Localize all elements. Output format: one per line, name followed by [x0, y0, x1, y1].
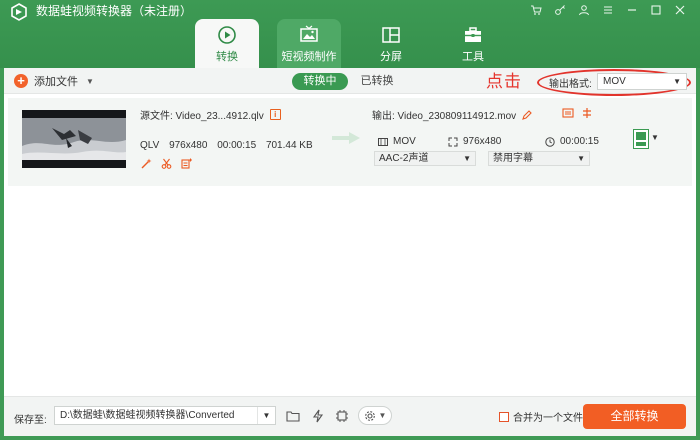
output-file-label: 输出: Video_230809114912.mov	[372, 111, 517, 122]
output-resolution-info: 976x480	[448, 136, 501, 147]
output-format-info: MOV	[378, 136, 416, 147]
tab-video-maker-label: 短视频制作	[281, 51, 337, 63]
thumbnail-image	[22, 110, 126, 168]
chevron-down-icon: ▼	[257, 407, 275, 424]
scissors-icon[interactable]	[161, 158, 172, 169]
folder-icon	[286, 411, 300, 422]
chevron-down-icon: ▼	[577, 154, 585, 163]
tab-converted[interactable]: 已转换	[359, 73, 395, 90]
convert-all-button[interactable]: 全部转换	[583, 404, 686, 429]
tab-convert-label: 转换	[216, 51, 238, 63]
add-file-label: 添加文件	[34, 76, 78, 88]
source-resolution: 976x480	[169, 140, 208, 151]
save-path-value: D:\数据蛙\数据蛙视频转换器\Converted	[60, 410, 235, 421]
gpu-acceleration-button[interactable]	[333, 407, 351, 425]
chevron-down-icon: ▼	[673, 77, 681, 86]
add-file-button[interactable]: + 添加文件 ▼	[14, 73, 94, 89]
split-screen-icon	[382, 27, 400, 43]
tab-video-maker[interactable]: 短视频制作	[277, 19, 341, 68]
clock-icon	[545, 136, 555, 147]
tab-split-screen-label: 分屏	[380, 51, 402, 63]
tab-converting[interactable]: 转换中	[292, 73, 348, 90]
tab-split-screen[interactable]: 分屏	[359, 19, 423, 68]
toolbox-icon	[465, 27, 481, 42]
cart-icon[interactable]	[524, 2, 548, 18]
settings-button[interactable]: ▼	[358, 406, 392, 425]
gear-icon	[364, 410, 375, 421]
output-tools	[562, 107, 593, 119]
subtitle-value: 禁用字幕	[493, 153, 533, 164]
output-duration-info: 00:00:15	[545, 136, 599, 147]
edit-tools	[141, 158, 192, 169]
output-format-select[interactable]: MOV ▼	[597, 73, 687, 90]
merge-option[interactable]: 合并为一个文件	[499, 409, 583, 424]
file-row[interactable]: 源文件: Video_23...4912.qlv i QLV 976x480 0…	[8, 98, 692, 186]
menu-icon[interactable]	[596, 2, 620, 18]
source-file-info: QLV 976x480 00:00:15 701.44 KB	[140, 140, 320, 151]
annotation-hint: 点击	[486, 72, 522, 91]
cpu-off-icon	[336, 410, 348, 422]
audio-track-select[interactable]: AAC-2声道 ▼	[374, 151, 476, 166]
chevron-down-icon[interactable]: ▼	[86, 77, 94, 86]
convert-icon	[218, 26, 236, 44]
footer: 保存至: D:\数据蛙\数据蛙视频转换器\Converted ▼ ▼ 合并为一个…	[4, 396, 696, 436]
source-file-label: 源文件: Video_23...4912.qlv	[140, 111, 264, 122]
key-icon[interactable]	[548, 2, 572, 18]
film-icon	[378, 137, 388, 146]
audio-track-value: AAC-2声道	[379, 153, 429, 164]
source-size: 701.44 KB	[265, 140, 313, 151]
lightning-off-icon	[312, 409, 324, 423]
output-duration-text: 00:00:15	[560, 136, 599, 147]
tab-convert[interactable]: 转换	[195, 19, 259, 68]
close-icon[interactable]	[668, 2, 692, 18]
minimize-icon[interactable]	[620, 2, 644, 18]
toolbar: + 添加文件 ▼ 转换中 已转换 点击 输出格式: MOV ▼	[4, 68, 696, 96]
output-format-text: MOV	[393, 136, 416, 147]
info-icon[interactable]: i	[269, 109, 281, 120]
merge-checkbox[interactable]	[499, 411, 509, 422]
source-duration: 00:00:15	[217, 140, 257, 151]
user-icon[interactable]	[572, 2, 596, 18]
magic-wand-icon[interactable]	[141, 158, 152, 169]
arrow-right-icon	[332, 132, 360, 144]
output-resolution-text: 976x480	[463, 136, 502, 147]
chevron-down-icon[interactable]: ▼	[651, 133, 659, 142]
subtitle-select[interactable]: 禁用字幕 ▼	[488, 151, 590, 166]
hardware-acceleration-button[interactable]	[309, 407, 327, 425]
compress-icon[interactable]	[562, 107, 574, 119]
maximize-icon[interactable]	[644, 2, 668, 18]
tab-toolbox-label: 工具	[462, 51, 484, 63]
source-format: QLV	[140, 140, 160, 151]
save-to-label: 保存至:	[14, 415, 47, 426]
output-format-value: MOV	[603, 76, 626, 87]
merge-label: 合并为一个文件	[513, 413, 583, 424]
video-maker-icon	[300, 25, 318, 42]
tab-toolbox[interactable]: 工具	[441, 19, 505, 68]
chevron-down-icon: ▼	[463, 154, 471, 163]
window-controls	[524, 2, 692, 18]
pencil-icon[interactable]	[522, 109, 532, 120]
window-border	[0, 436, 700, 440]
plus-icon: +	[14, 74, 28, 88]
subtitle-edit-icon[interactable]	[181, 158, 192, 169]
expand-icon	[448, 137, 458, 146]
output-file-info: MOV 976x480 00:00:15	[372, 136, 599, 150]
video-thumbnail[interactable]	[22, 110, 126, 168]
source-file-name: 源文件: Video_23...4912.qlv i	[140, 107, 281, 122]
main-panel: + 添加文件 ▼ 转换中 已转换 点击 输出格式: MOV ▼ 源文件: Vid…	[4, 68, 696, 436]
chevron-down-icon: ▼	[378, 411, 387, 420]
app-title: 数据蛙视频转换器（未注册）	[36, 4, 193, 18]
output-format-label: 输出格式:	[549, 79, 592, 90]
split-icon[interactable]	[581, 107, 593, 119]
open-folder-button[interactable]	[284, 407, 302, 425]
app-logo-icon	[11, 3, 27, 21]
mp4-format-icon[interactable]	[633, 129, 649, 149]
output-file-name: 输出: Video_230809114912.mov	[372, 107, 532, 122]
save-path-select[interactable]: D:\数据蛙\数据蛙视频转换器\Converted ▼	[54, 406, 276, 425]
title-bar: 数据蛙视频转换器（未注册） 转换 短视频制作 分屏 工具	[0, 0, 700, 68]
